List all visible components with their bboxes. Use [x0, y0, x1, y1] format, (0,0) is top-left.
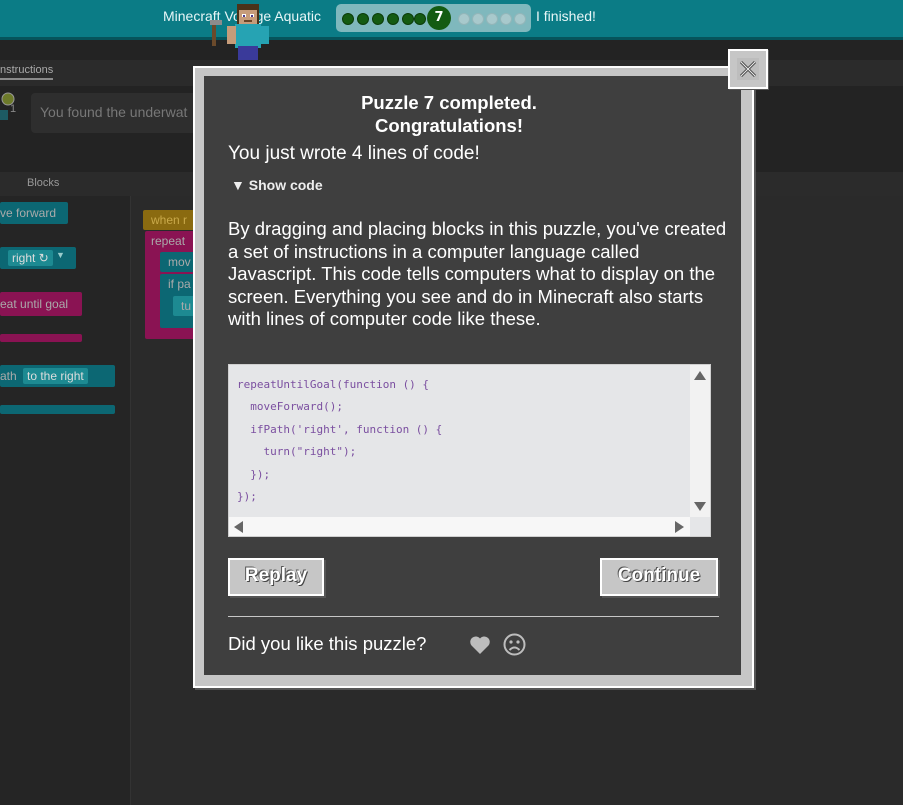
toolbox-block-if-path[interactable]: ath to the right [0, 365, 115, 387]
dialog-title: Puzzle 7 completed. Congratulations! [204, 91, 694, 137]
level-dot-4[interactable] [387, 13, 399, 25]
toolbox-block-turn[interactable]: right ↻ ▼ [0, 247, 76, 269]
ws-block-label: when r [151, 213, 188, 227]
finished-link[interactable]: I finished! [536, 8, 596, 24]
ws-block-when-run[interactable]: when r [143, 210, 198, 230]
show-code-toggle[interactable]: ▼ Show code [231, 177, 323, 193]
level-dot-8[interactable] [458, 13, 470, 25]
title-line-2: Congratulations! [375, 115, 523, 136]
path-direction-dropdown[interactable]: to the right [23, 368, 88, 384]
code-line: ifPath('right', function () { [237, 423, 443, 436]
code-line: moveForward(); [237, 400, 343, 413]
toolbox-block-label: ath [0, 369, 17, 383]
turn-direction-dropdown[interactable]: right ↻ [8, 250, 53, 266]
title-line-1: Puzzle 7 completed. [361, 92, 537, 113]
toolbox-block-move-forward[interactable]: ve forward [0, 202, 68, 224]
toolbox-block-label: eat until goal [0, 297, 69, 311]
level-dot-6[interactable] [414, 13, 426, 25]
toolbox-block-repeat-until-goal[interactable]: eat until goal [0, 292, 82, 316]
code-line: turn("right"); [237, 445, 357, 458]
lines-of-code-message: You just wrote 4 lines of code! [228, 143, 480, 164]
continue-button[interactable]: Continue [600, 558, 718, 596]
toolbox-block-if-footer [0, 405, 115, 414]
level-progress: 7 [336, 4, 531, 32]
level-dot-10[interactable] [486, 13, 498, 25]
code-vertical-scrollbar[interactable] [690, 365, 710, 517]
close-dialog-button[interactable] [728, 49, 768, 89]
toolbox-block-repeat-footer [0, 334, 82, 342]
toolbox [0, 196, 131, 805]
code-line: }); [237, 468, 271, 481]
toolbox-block-label: ve forward [0, 206, 57, 220]
current-level-bubble[interactable]: 7 [427, 6, 451, 30]
generated-code-box: repeatUntilGoal(function () { moveForwar… [228, 364, 711, 537]
feedback-question: Did you like this puzzle? [228, 633, 427, 654]
scroll-down-arrow-icon[interactable] [694, 502, 706, 511]
tab-instructions[interactable]: nstructions [0, 64, 54, 80]
scroll-up-arrow-icon[interactable] [694, 371, 706, 380]
level-dot-5[interactable] [402, 13, 414, 25]
level-dot-9[interactable] [472, 13, 484, 25]
like-heart-icon[interactable] [469, 635, 491, 655]
dislike-frown-icon[interactable] [503, 633, 526, 656]
level-dot-3[interactable] [372, 13, 384, 25]
ws-block-label: repeat [151, 234, 186, 248]
level-dot-12[interactable] [514, 13, 526, 25]
code-line: }); [237, 490, 257, 503]
instructions-text: You found the underwat [40, 104, 188, 120]
blocks-label: Blocks [27, 177, 60, 189]
level-dot-1[interactable] [342, 13, 354, 25]
close-icon [737, 58, 759, 80]
code-horizontal-scrollbar[interactable] [229, 517, 690, 536]
ws-block-label: if pa [168, 277, 191, 291]
level-dot-2[interactable] [357, 13, 369, 25]
svg-text:1: 1 [10, 103, 16, 115]
explanation-text: By dragging and placing blocks in this p… [228, 218, 727, 330]
scroll-left-arrow-icon[interactable] [234, 521, 243, 533]
ws-block-label: tu [181, 299, 192, 313]
scroll-right-arrow-icon[interactable] [675, 521, 684, 533]
ws-block-label: mov [168, 255, 191, 269]
dropdown-arrow-icon: ▼ [56, 250, 65, 260]
feedback-divider [228, 616, 719, 617]
replay-button[interactable]: Replay [228, 558, 324, 596]
level-dot-11[interactable] [500, 13, 512, 25]
code-line: repeatUntilGoal(function () { [237, 378, 430, 391]
hint-lightbulb-icon: 1 [0, 92, 16, 120]
steve-character-icon [210, 4, 269, 60]
